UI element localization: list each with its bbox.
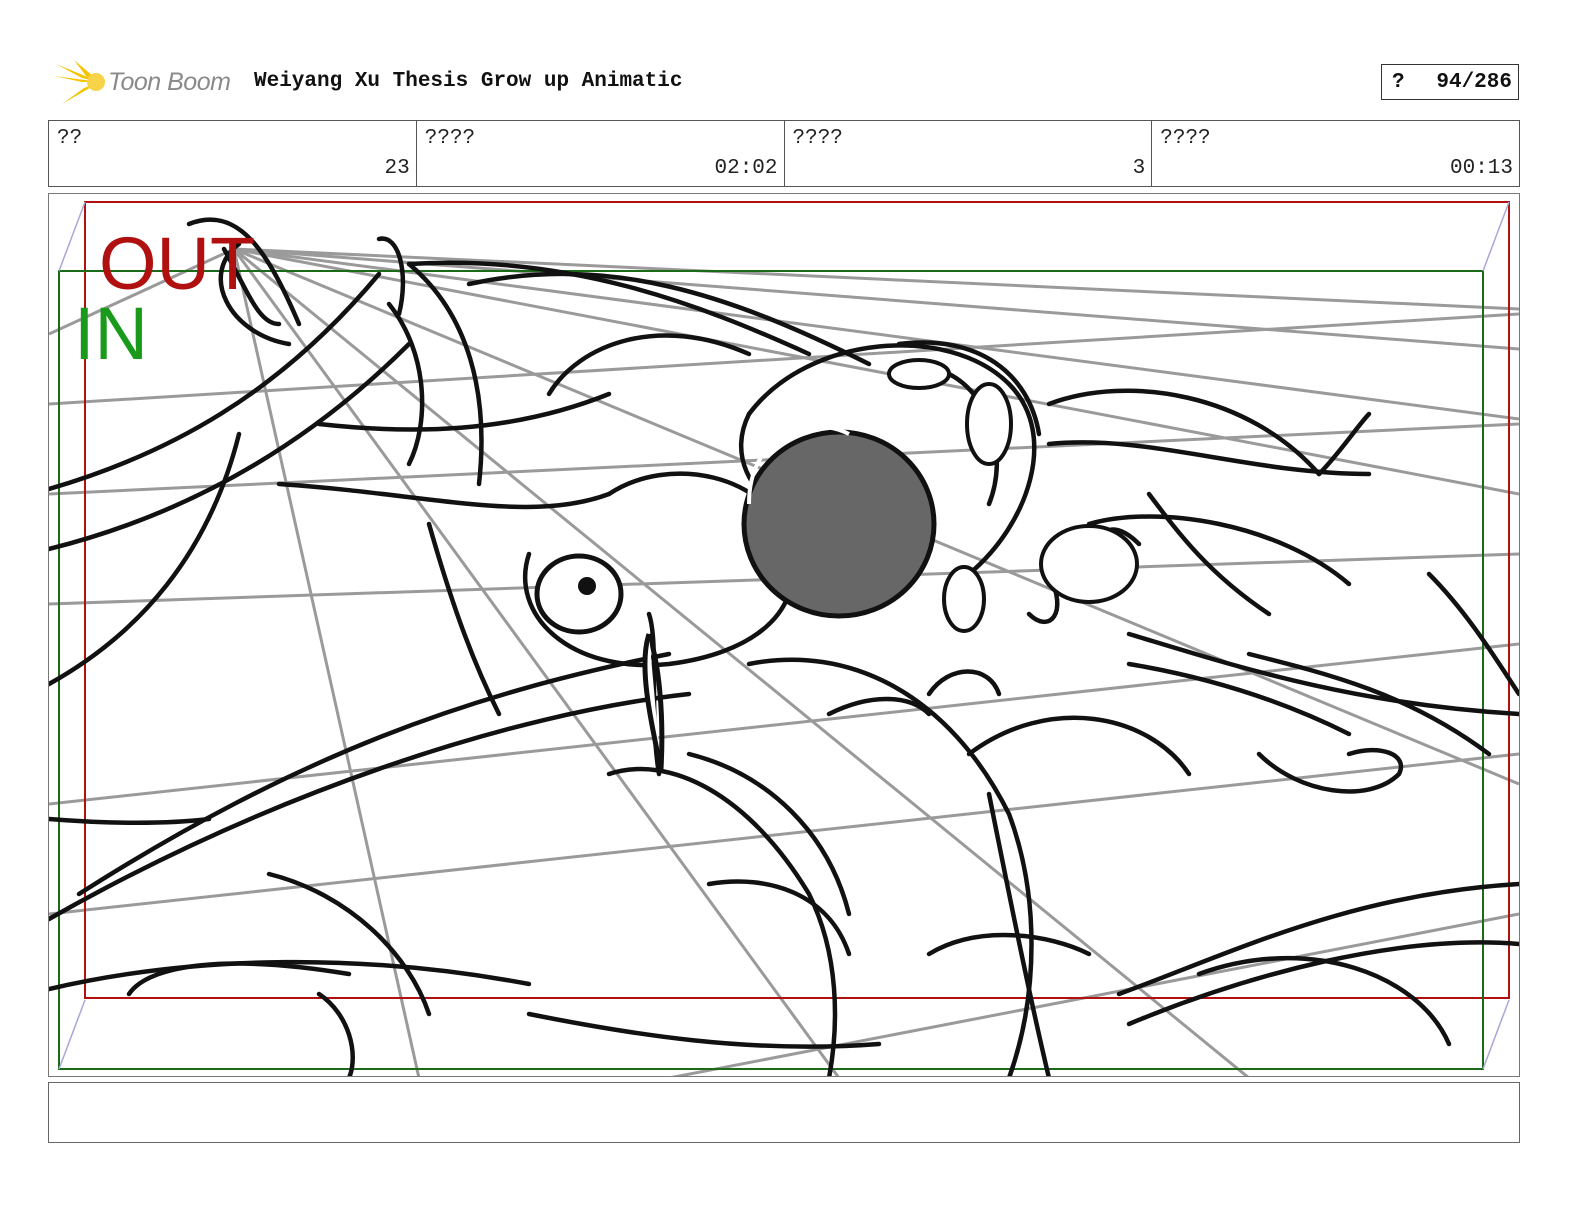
notes-box	[48, 1082, 1520, 1143]
perspective-guides	[49, 247, 1519, 1076]
in-label: IN	[74, 292, 148, 375]
panel-info-row: ?? 23 ???? 02:02 ???? 3 ???? 00:13	[48, 120, 1520, 187]
info-cell-scene: ?? 23	[49, 121, 417, 186]
toon-boom-logo: Toon Boom	[52, 58, 242, 106]
logo-text: Toon Boom	[108, 68, 231, 96]
info-cell-duration: ???? 02:02	[417, 121, 785, 186]
sunburst-icon	[54, 60, 105, 104]
info-cell-panel-duration: ???? 00:13	[1152, 121, 1519, 186]
page-header: Toon Boom Weiyang Xu Thesis Grow up Anim…	[48, 56, 1536, 108]
info-value: 23	[384, 157, 410, 180]
info-value: 3	[1132, 157, 1146, 180]
document-title: Weiyang Xu Thesis Grow up Animatic	[254, 70, 683, 93]
character-head	[534, 553, 665, 770]
sketch-strokes	[49, 217, 1519, 1076]
page-number: 94/286	[1436, 71, 1512, 94]
info-label: ????	[424, 127, 476, 150]
info-value: 00:13	[1449, 157, 1513, 180]
info-value: 02:02	[714, 157, 778, 180]
sketch-drawing: OUT IN	[49, 201, 1519, 1076]
dark-sphere	[741, 424, 937, 619]
info-label: ????	[1160, 127, 1211, 150]
page-counter: ? 94/286	[1381, 64, 1519, 100]
info-cell-panel: ???? 3	[785, 121, 1153, 186]
page-prefix: ?	[1392, 71, 1405, 94]
info-label: ????	[792, 127, 843, 150]
storyboard-frame: OUT IN	[48, 193, 1520, 1077]
info-label: ??	[57, 127, 83, 150]
